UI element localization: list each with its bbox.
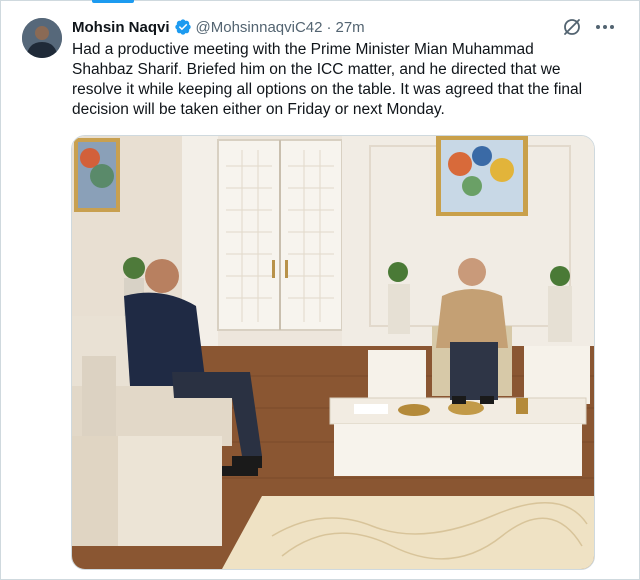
- tweet-photo[interactable]: [71, 135, 595, 570]
- verified-badge-icon: [174, 18, 192, 36]
- more-options-icon[interactable]: [592, 16, 618, 38]
- tweet-text: Had a productive meeting with the Prime …: [72, 41, 583, 118]
- avatar[interactable]: [22, 18, 62, 58]
- tweet-header: Mohsin Naqvi @MohsinnaqviC42 · 27m: [72, 16, 365, 38]
- timestamp[interactable]: 27m: [335, 19, 364, 36]
- separator-dot: ·: [326, 18, 332, 36]
- grok-icon[interactable]: [561, 16, 583, 38]
- author-handle[interactable]: @MohsinnaqviC42: [196, 19, 323, 36]
- active-indicator: [92, 0, 134, 3]
- author-name[interactable]: Mohsin Naqvi: [72, 19, 170, 36]
